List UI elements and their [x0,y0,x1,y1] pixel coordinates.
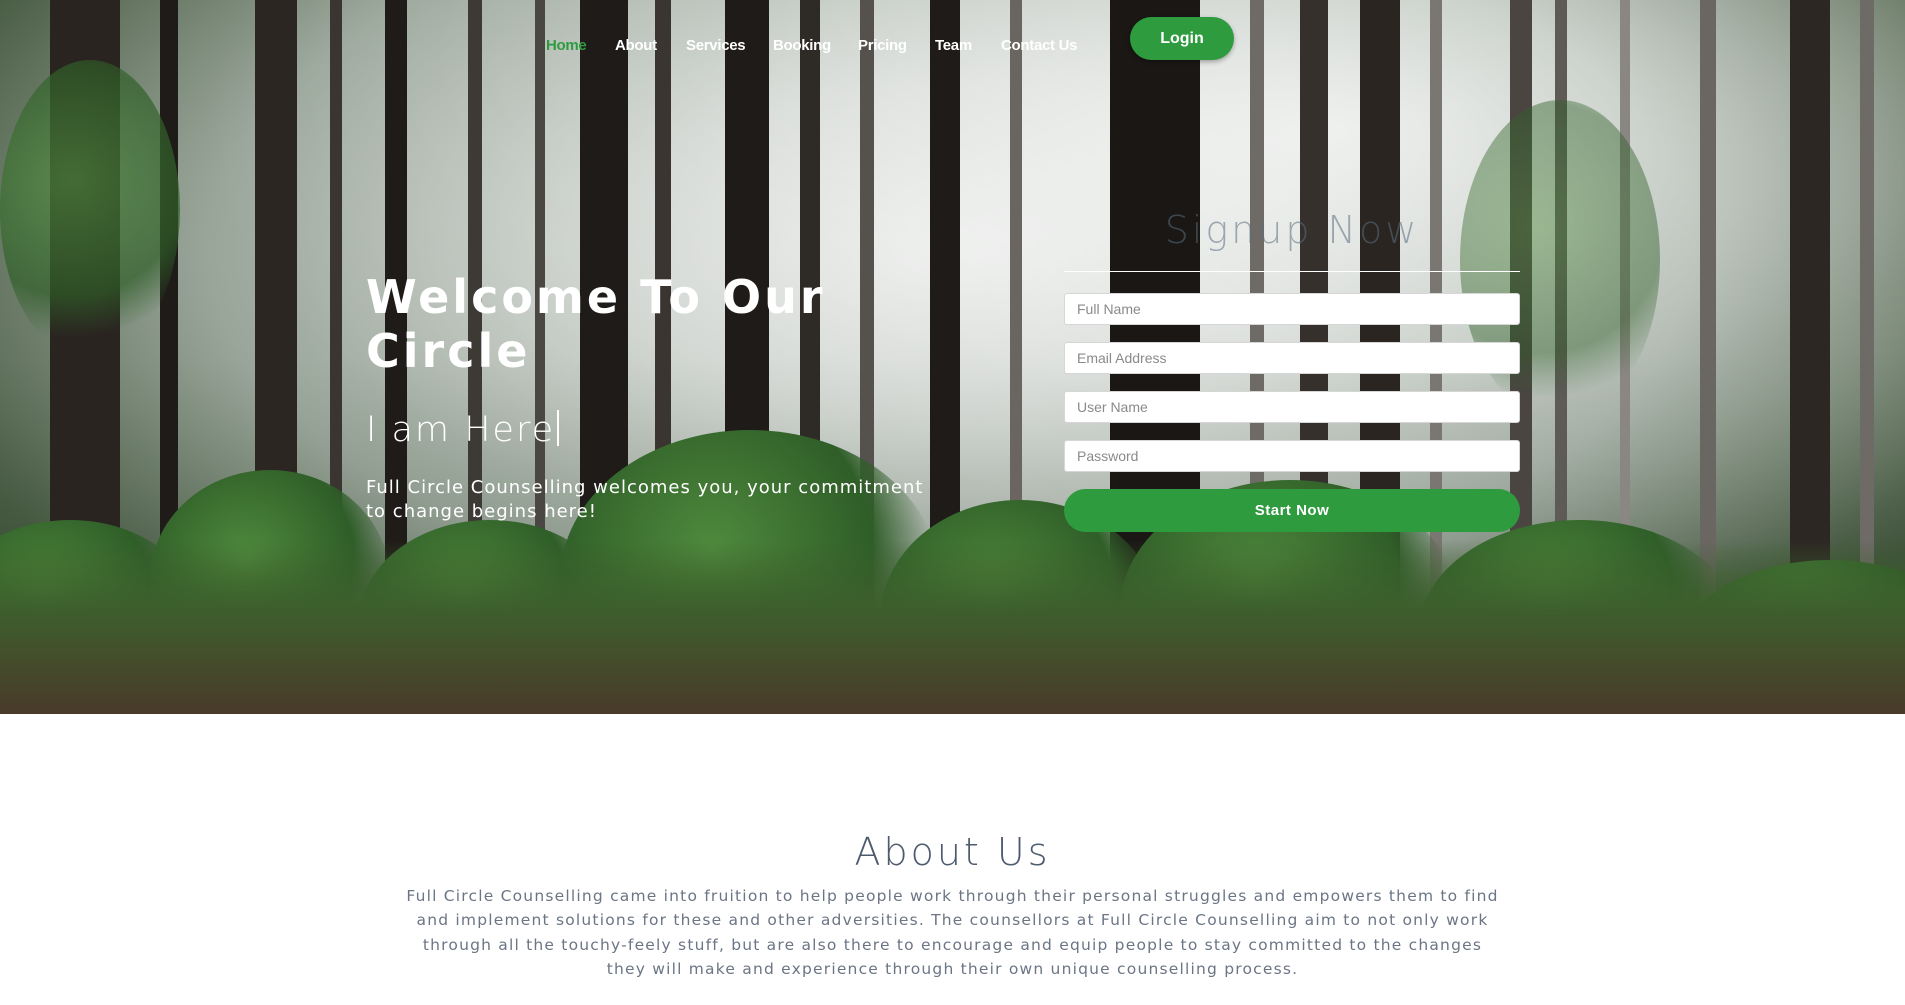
nav-team[interactable]: Team [935,37,972,54]
main-nav: Home About Services Booking Pricing Team… [0,32,1905,62]
nav-contact-us[interactable]: Contact Us [1001,37,1077,54]
nav-about[interactable]: About [615,37,657,54]
password-input[interactable] [1064,440,1520,472]
hero-section: Home About Services Booking Pricing Team… [0,0,1905,714]
nav-booking[interactable]: Booking [773,37,831,54]
about-title: About Us [854,830,1051,874]
signup-title: Signup Now [1164,208,1420,252]
hero-description: Full Circle Counselling welcomes you, yo… [366,477,924,522]
typed-text: I am Here [366,410,556,450]
login-button[interactable]: Login [1130,17,1234,60]
start-now-button[interactable]: Start Now [1064,489,1520,532]
nav-services[interactable]: Services [686,37,746,54]
hero-subtitle: I am Here [366,410,560,450]
full-name-input[interactable] [1064,293,1520,325]
username-input[interactable] [1064,391,1520,423]
nav-pricing[interactable]: Pricing [858,37,907,54]
about-text: Full Circle Counselling came into fruiti… [406,887,1499,978]
email-input[interactable] [1064,342,1520,374]
typing-cursor [557,410,560,446]
nav-home[interactable]: Home [546,37,587,54]
signup-divider [1064,271,1520,272]
hero-title: Welcome To Our Circle [366,270,826,378]
